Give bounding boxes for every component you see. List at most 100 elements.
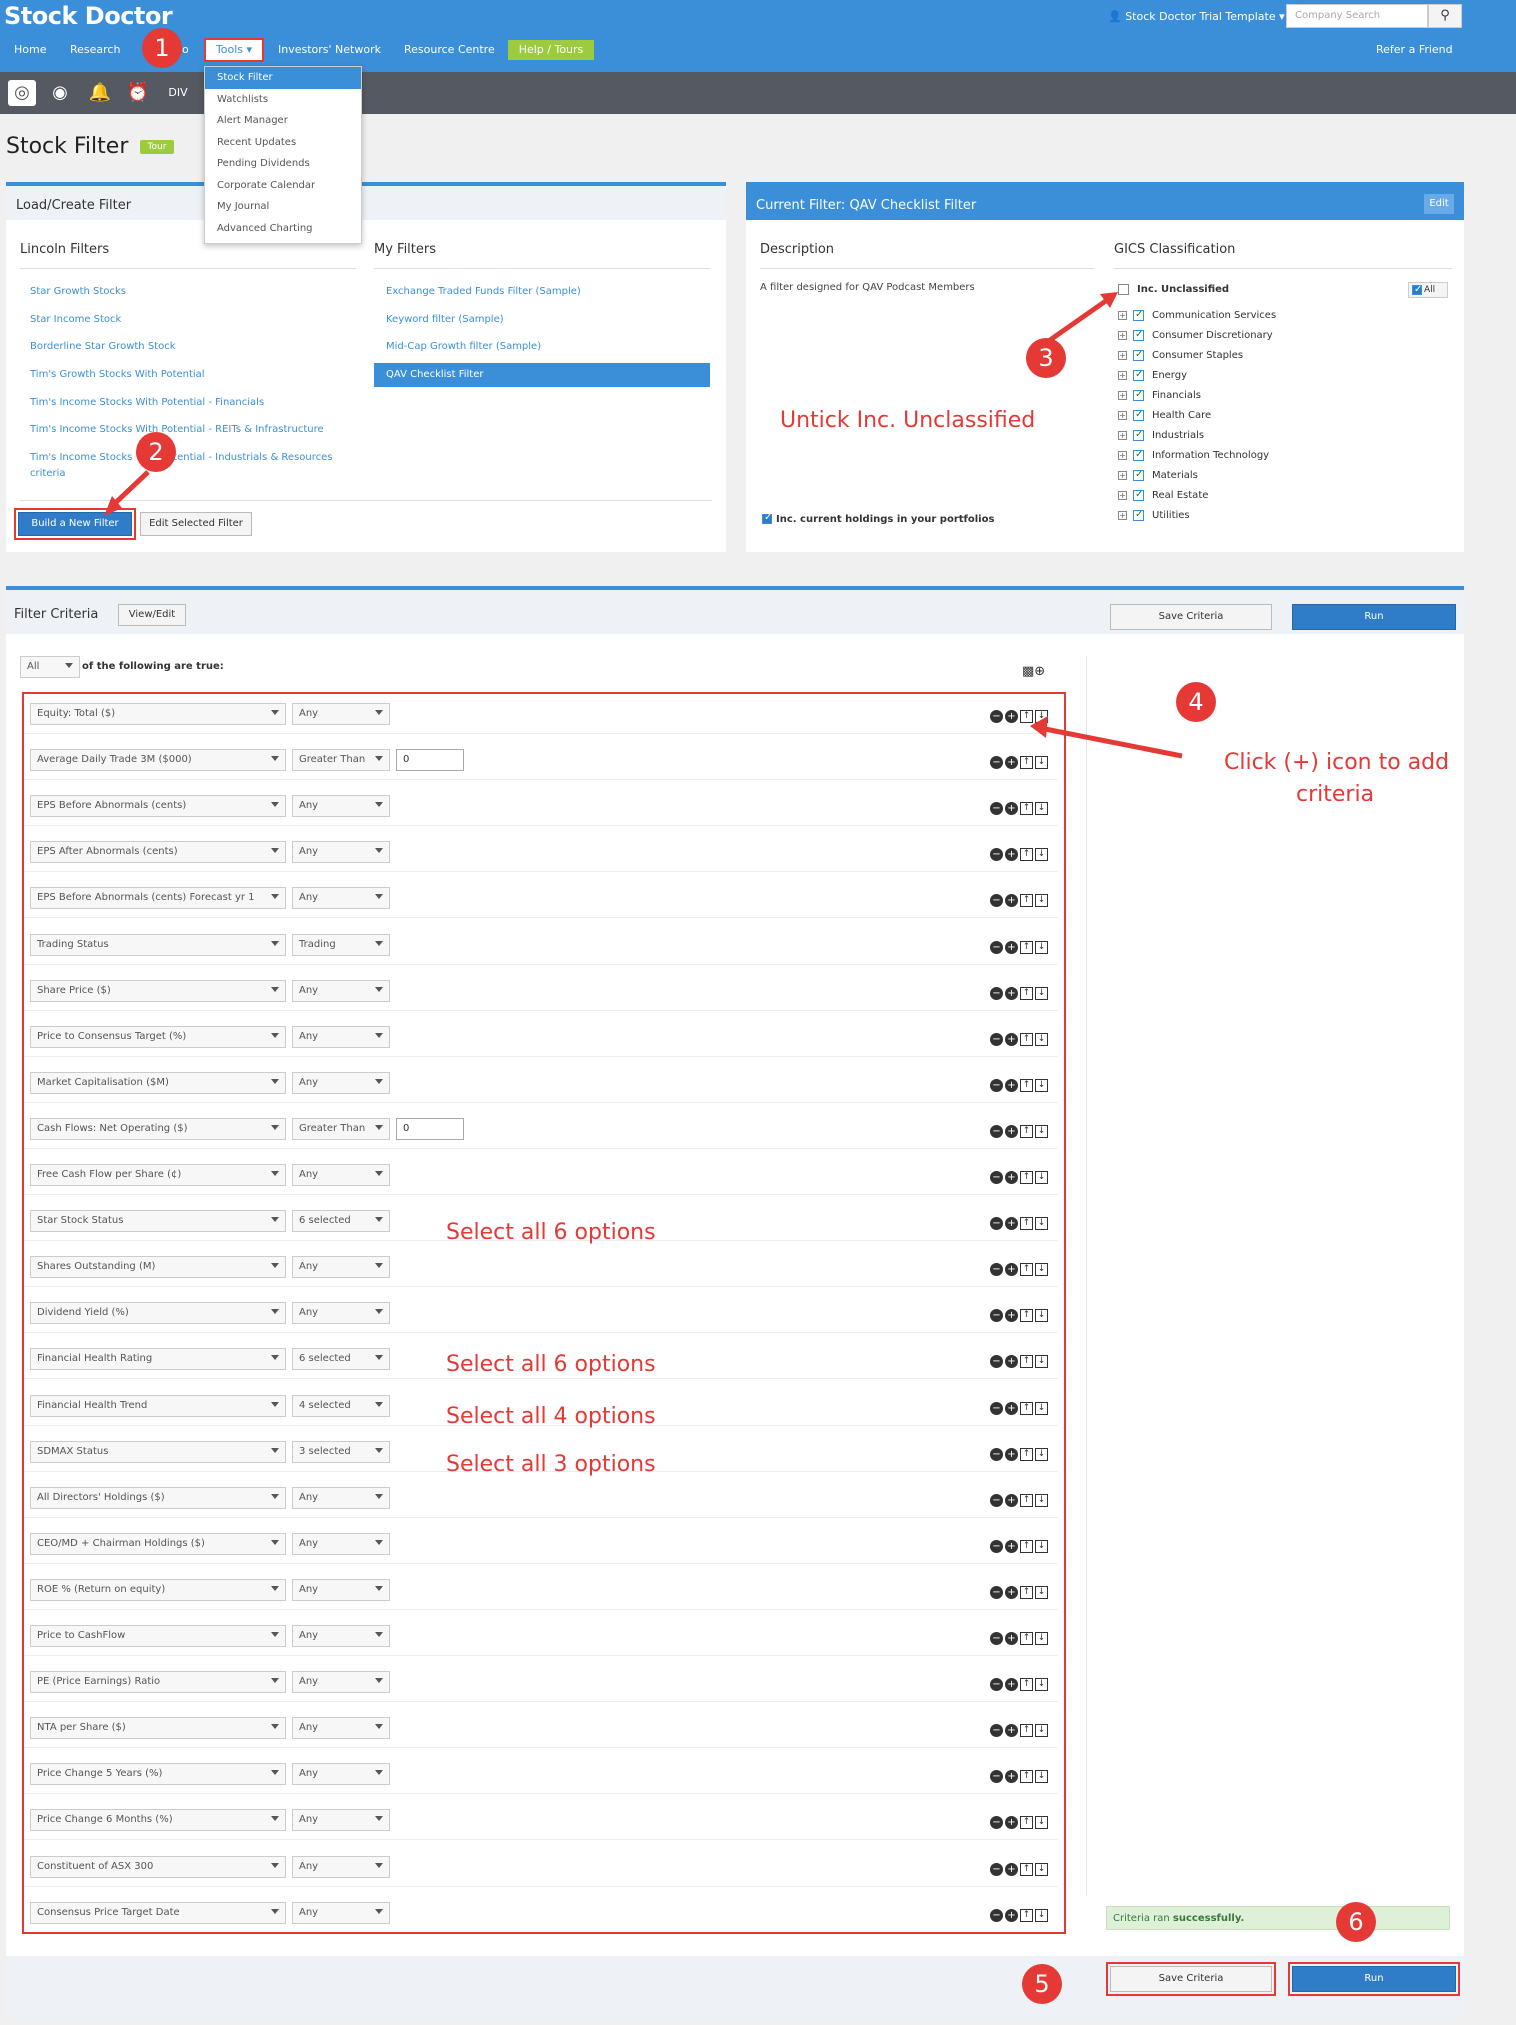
remove-circle-icon[interactable]: − (990, 756, 1003, 769)
add-circle-icon[interactable]: + (1005, 1263, 1018, 1276)
binoculars-icon[interactable]: ◉ (46, 80, 74, 106)
move-down-icon[interactable]: ↓ (1035, 1540, 1048, 1553)
criteria-operator-select[interactable]: Any (292, 1856, 390, 1878)
move-up-icon[interactable]: ↑ (1020, 1724, 1033, 1737)
criteria-operator-select[interactable]: Any (292, 1625, 390, 1647)
criteria-operator-select[interactable]: Any (292, 887, 390, 909)
tools-menu-item[interactable]: My Journal (205, 196, 361, 218)
my-filter-link[interactable]: Keyword filter (Sample) (386, 314, 504, 325)
lincoln-filter-link[interactable]: Star Income Stock (30, 314, 121, 325)
expand-icon[interactable]: + (1118, 350, 1127, 360)
criteria-field-select[interactable]: Equity: Total ($) (30, 703, 286, 725)
move-up-icon[interactable]: ↑ (1020, 1816, 1033, 1829)
nav-research[interactable]: Research (70, 43, 120, 56)
remove-circle-icon[interactable]: − (990, 1909, 1003, 1922)
criteria-operator-select[interactable]: 3 selected (292, 1441, 390, 1463)
alarm-clock-icon[interactable]: ⏰ (124, 80, 152, 106)
criteria-field-select[interactable]: Financial Health Rating (30, 1348, 286, 1370)
move-up-icon[interactable]: ↑ (1020, 1263, 1033, 1276)
add-circle-icon[interactable]: + (1005, 802, 1018, 815)
folder-plus-icon[interactable]: ▩ (1022, 664, 1034, 679)
move-down-icon[interactable]: ↓ (1035, 1033, 1048, 1046)
move-up-icon[interactable]: ↑ (1020, 1033, 1033, 1046)
criteria-operator-select[interactable]: Any (292, 1671, 390, 1693)
criteria-field-select[interactable]: ROE % (Return on equity) (30, 1579, 286, 1601)
lincoln-filter-link[interactable]: Star Growth Stocks (30, 286, 126, 297)
sector-checkbox[interactable] (1133, 368, 1144, 382)
remove-circle-icon[interactable]: − (990, 1540, 1003, 1553)
match-mode-select[interactable]: All (20, 656, 80, 678)
move-up-icon[interactable]: ↑ (1020, 1909, 1033, 1922)
remove-circle-icon[interactable]: − (990, 1724, 1003, 1737)
expand-icon[interactable]: + (1118, 510, 1127, 520)
criteria-field-select[interactable]: Shares Outstanding (M) (30, 1256, 286, 1278)
criteria-field-select[interactable]: Star Stock Status (30, 1210, 286, 1232)
move-down-icon[interactable]: ↓ (1035, 1448, 1048, 1461)
criteria-operator-select[interactable]: Any (292, 1164, 390, 1186)
gics-sector-row[interactable]: + Consumer Discretionary (1118, 328, 1273, 343)
remove-circle-icon[interactable]: − (990, 1079, 1003, 1092)
remove-circle-icon[interactable]: − (990, 1770, 1003, 1783)
gics-sector-row[interactable]: + Real Estate (1118, 488, 1208, 503)
add-circle-icon[interactable]: + (1005, 1632, 1018, 1645)
tools-menu-item[interactable]: Recent Updates (205, 132, 361, 154)
remove-circle-icon[interactable]: − (990, 1448, 1003, 1461)
criteria-operator-select[interactable]: Any (292, 980, 390, 1002)
move-up-icon[interactable]: ↑ (1020, 1494, 1033, 1507)
expand-icon[interactable]: + (1118, 330, 1127, 340)
move-up-icon[interactable]: ↑ (1020, 1632, 1033, 1645)
target-icon[interactable]: ◎ (8, 80, 36, 106)
move-down-icon[interactable]: ↓ (1035, 1355, 1048, 1368)
my-filter-link[interactable]: Exchange Traded Funds Filter (Sample) (386, 286, 581, 297)
remove-circle-icon[interactable]: − (990, 1033, 1003, 1046)
move-up-icon[interactable]: ↑ (1020, 1863, 1033, 1876)
criteria-field-select[interactable]: All Directors' Holdings ($) (30, 1487, 286, 1509)
move-down-icon[interactable]: ↓ (1035, 1125, 1048, 1138)
remove-circle-icon[interactable]: − (990, 987, 1003, 1000)
edit-filter-button[interactable]: Edit (1424, 194, 1454, 214)
criteria-operator-select[interactable]: Any (292, 1487, 390, 1509)
criteria-field-select[interactable]: EPS After Abnormals (cents) (30, 841, 286, 863)
gics-sector-row[interactable]: + Industrials (1118, 428, 1204, 443)
criteria-operator-select[interactable]: Any (292, 1809, 390, 1831)
remove-circle-icon[interactable]: − (990, 802, 1003, 815)
refer-friend-link[interactable]: Refer a Friend (1376, 43, 1453, 56)
sector-checkbox[interactable] (1133, 308, 1144, 322)
criteria-value-input[interactable]: 0 (396, 1118, 464, 1140)
lincoln-filter-link[interactable]: Tim's Income Stocks With Potential - Ind… (30, 452, 333, 463)
lincoln-filter-link[interactable]: Tim's Income Stocks With Potential - REI… (30, 424, 324, 435)
nav-investors-network[interactable]: Investors' Network (278, 43, 381, 56)
move-up-icon[interactable]: ↑ (1020, 756, 1033, 769)
criteria-field-select[interactable]: Average Daily Trade 3M ($000) (30, 749, 286, 771)
remove-circle-icon[interactable]: − (990, 1816, 1003, 1829)
tools-menu-item[interactable]: Alert Manager (205, 110, 361, 132)
add-circle-icon[interactable]: + (1005, 756, 1018, 769)
gics-sector-row[interactable]: + Information Technology (1118, 448, 1269, 463)
expand-icon[interactable]: + (1118, 490, 1127, 500)
remove-circle-icon[interactable]: − (990, 1586, 1003, 1599)
sector-checkbox[interactable] (1133, 448, 1144, 462)
criteria-field-select[interactable]: SDMAX Status (30, 1441, 286, 1463)
move-up-icon[interactable]: ↑ (1020, 1770, 1033, 1783)
gics-sector-row[interactable]: + Health Care (1118, 408, 1211, 423)
criteria-operator-select[interactable]: Any (292, 1072, 390, 1094)
move-up-icon[interactable]: ↑ (1020, 987, 1033, 1000)
edit-selected-filter-button[interactable]: Edit Selected Filter (140, 512, 252, 536)
nav-home[interactable]: Home (14, 43, 46, 56)
criteria-field-select[interactable]: Dividend Yield (%) (30, 1302, 286, 1324)
lincoln-filter-link[interactable]: Tim's Income Stocks With Potential - Fin… (30, 397, 264, 408)
criteria-field-select[interactable]: PE (Price Earnings) Ratio (30, 1671, 286, 1693)
gics-sector-row[interactable]: + Materials (1118, 468, 1198, 483)
criteria-operator-select[interactable]: Any (292, 1026, 390, 1048)
move-up-icon[interactable]: ↑ (1020, 1586, 1033, 1599)
sector-checkbox[interactable] (1133, 408, 1144, 422)
tools-menu-item[interactable]: Watchlists (205, 89, 361, 111)
remove-circle-icon[interactable]: − (990, 1494, 1003, 1507)
move-up-icon[interactable]: ↑ (1020, 1309, 1033, 1322)
remove-circle-icon[interactable]: − (990, 1309, 1003, 1322)
inc-holdings-checkbox[interactable]: Inc. current holdings in your portfolios (762, 512, 994, 525)
remove-circle-icon[interactable]: − (990, 1678, 1003, 1691)
expand-icon[interactable]: + (1118, 390, 1127, 400)
expand-icon[interactable]: + (1118, 310, 1127, 320)
run-button-bottom[interactable]: Run (1288, 1962, 1460, 1996)
